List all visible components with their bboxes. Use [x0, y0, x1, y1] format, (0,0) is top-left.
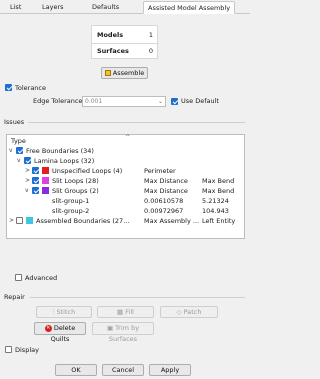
row-checkbox[interactable] — [24, 157, 31, 164]
tab-assisted-model-assembly[interactable]: Assisted Model Assembly — [143, 1, 236, 14]
color-swatch — [42, 177, 49, 184]
issues-section-label: Issues — [4, 118, 25, 126]
sort-up-icon[interactable]: ^ — [125, 133, 130, 141]
chevron-down-icon[interactable]: v — [17, 156, 21, 166]
tree-row-unspecified-loops[interactable]: > Unspecified Loops (4) Perimeter — [7, 166, 244, 176]
tree-row-slit-groups[interactable]: v Slit Groups (2) Max Distance Max Bend — [7, 186, 244, 196]
trim-by-surfaces-button[interactable]: ▣ Trim by Surfaces — [92, 322, 154, 343]
chevron-right-icon[interactable]: > — [25, 176, 30, 186]
apply-button[interactable]: Apply — [149, 364, 191, 376]
edge-tolerance-label: Edge Tolerance: — [33, 97, 85, 105]
patch-button[interactable]: ◇ Patch — [160, 306, 218, 318]
tree-row-free-boundaries[interactable]: v Free Boundaries (34) — [7, 146, 244, 156]
delete-icon: ✕ — [44, 324, 52, 332]
fill-button[interactable]: ▦ Fill — [97, 306, 154, 318]
trim-icon: ▣ — [106, 324, 116, 332]
column-type-header: Type — [11, 137, 26, 145]
chevron-down-icon[interactable]: v — [9, 146, 13, 156]
surfaces-value: 0 — [148, 47, 153, 55]
row-checkbox[interactable] — [32, 177, 39, 184]
tolerance-checkbox[interactable] — [5, 84, 12, 91]
surfaces-label: Surfaces — [97, 47, 129, 55]
color-swatch — [42, 167, 49, 174]
models-label: Models — [97, 31, 124, 39]
tree-row-slit-loops[interactable]: > Slit Loops (28) Max Distance Max Bend — [7, 176, 244, 186]
color-swatch — [42, 187, 49, 194]
ok-button[interactable]: OK — [55, 364, 97, 376]
tree-row-lamina-loops[interactable]: v Lamina Loops (32) — [7, 156, 244, 166]
row-checkbox[interactable] — [32, 167, 39, 174]
use-default-label: Use Default — [181, 97, 219, 105]
chevron-down-icon: ⌄ — [157, 98, 163, 105]
assemble-icon — [104, 70, 111, 76]
tree-row-slit-group-1[interactable]: slit-group-1 0.00610578 5.21324 — [7, 196, 244, 206]
advanced-checkbox[interactable] — [15, 274, 22, 281]
color-swatch — [26, 217, 33, 224]
surfaces-row: Surfaces 0 — [92, 43, 157, 59]
delete-quilts-button[interactable]: ✕ Delete Quilts — [34, 322, 86, 343]
row-checkbox[interactable] — [16, 147, 23, 154]
chevron-right-icon[interactable]: > — [9, 216, 14, 226]
tab-layers[interactable]: Layers — [38, 1, 68, 14]
patch-icon: ◇ — [176, 308, 184, 316]
row-checkbox[interactable] — [16, 217, 23, 224]
use-default-checkbox[interactable] — [171, 98, 178, 105]
tree-row-assembled-boundaries[interactable]: > Assembled Boundaries (27... Max Assemb… — [7, 216, 244, 226]
advanced-label: Advanced — [25, 274, 58, 282]
stitch-button[interactable]: ⫶ Stitch — [36, 306, 92, 318]
display-label: Display — [15, 346, 39, 354]
row-checkbox[interactable] — [32, 187, 39, 194]
chevron-right-icon[interactable]: > — [25, 166, 30, 176]
tab-list[interactable]: List — [6, 1, 25, 14]
display-checkbox[interactable] — [5, 346, 12, 353]
model-stats-box: Models 1 Surfaces 0 — [91, 25, 158, 59]
issues-tree[interactable]: Type ^ v Free Boundaries (34) v Lamina L… — [6, 133, 245, 239]
models-value: 1 — [148, 31, 153, 39]
tolerance-label: Tolerance — [15, 84, 46, 92]
edge-tolerance-input[interactable]: 0.001 ⌄ — [82, 96, 166, 107]
tab-bar: List Layers Defaults Assisted Model Asse… — [0, 0, 250, 14]
chevron-down-icon[interactable]: v — [25, 186, 29, 196]
tree-row-slit-group-2[interactable]: slit-group-2 0.00972967 104.943 — [7, 206, 244, 216]
models-row: Models 1 — [92, 27, 157, 43]
assemble-button[interactable]: Assemble — [101, 67, 148, 79]
cancel-button[interactable]: Cancel — [102, 364, 144, 376]
tab-defaults[interactable]: Defaults — [88, 1, 123, 14]
repair-section-label: Repair — [4, 293, 25, 301]
